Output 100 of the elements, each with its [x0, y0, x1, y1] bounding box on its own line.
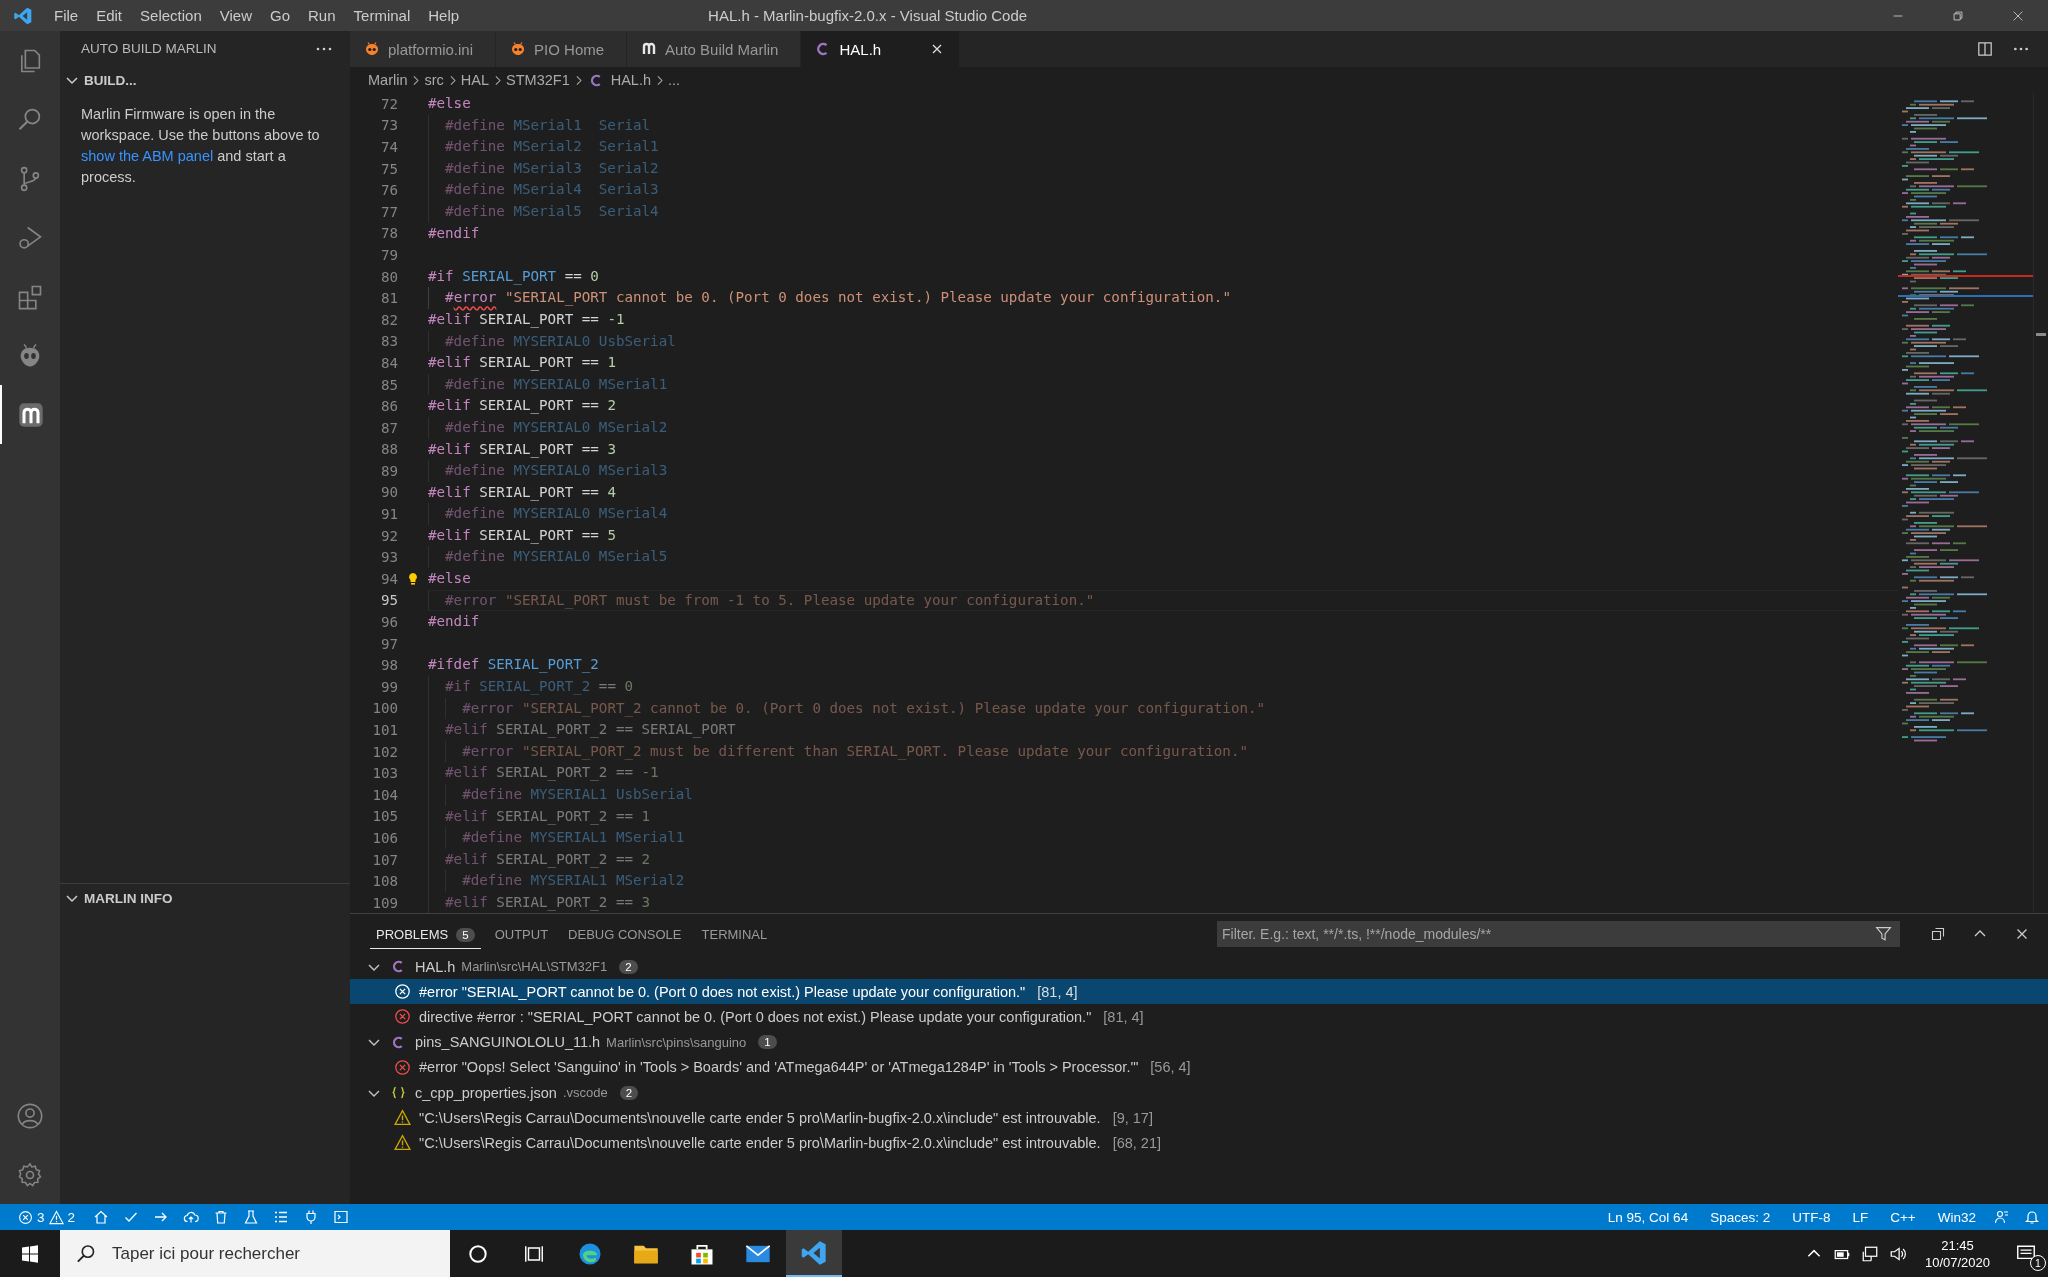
- file-path: .vscode: [562, 1085, 608, 1101]
- home-icon[interactable]: [93, 1209, 110, 1225]
- breadcrumb-item[interactable]: HAL: [460, 72, 490, 88]
- breadcrumb-item[interactable]: src: [424, 72, 444, 88]
- line-number: 109: [371, 894, 398, 911]
- code-editor-icon[interactable]: [786, 1230, 842, 1277]
- filter-icon[interactable]: [1871, 921, 1900, 947]
- section-header[interactable]: MARLIN INFO: [60, 884, 350, 912]
- code-line: #elif SERIAL_PORT == 1: [428, 353, 617, 373]
- problem-item[interactable]: "C:\Users\Regis Carrau\Documents\nouvelle carte ender 5 pro\Marlin-bugfix-2.0.x\include" est introuvable. [68, 21]: [350, 1130, 2048, 1156]
- line-number: 91: [379, 506, 398, 523]
- error-count[interactable]: 3: [37, 1209, 45, 1225]
- line-number: 93: [379, 549, 398, 566]
- code-line: #define MYSERIAL1 MSerial1: [428, 827, 1898, 849]
- problem-item[interactable]: #error "SERIAL_PORT cannot be 0. (Port 0 does not exist.) Please update your configuration." [81, 4]: [350, 979, 2048, 1005]
- line-number: 87: [379, 419, 398, 436]
- warning-icon[interactable]: [48, 1209, 64, 1225]
- flask-icon[interactable]: [243, 1209, 260, 1225]
- status-item[interactable]: Spaces: 2: [1706, 1209, 1775, 1225]
- panel-tab[interactable]: TERMINAL: [695, 919, 774, 949]
- m-logo-icon: [641, 41, 658, 57]
- code-line: #else: [428, 569, 472, 589]
- breadcrumb-item[interactable]: STM32F1: [506, 72, 570, 88]
- count-badge: 2: [619, 1085, 639, 1100]
- code-line: #elif SERIAL_PORT_2 == -1: [428, 762, 1898, 784]
- code-line: #define MYSERIAL0 MSerial4: [428, 503, 1898, 525]
- network-icon[interactable]: [1860, 1244, 1879, 1263]
- terminal-icon[interactable]: [333, 1209, 350, 1225]
- line-number: 106: [371, 830, 398, 846]
- code-line: #error "SERIAL_PORT cannot be 0. (Port 0 does not exist.) Please update your configuration.": [428, 287, 1898, 309]
- code-line: #define MYSERIAL1 UsbSerial: [428, 784, 1898, 806]
- feedback-icon[interactable]: [1994, 1209, 2010, 1225]
- trash-icon[interactable]: [213, 1209, 230, 1225]
- menu-item[interactable]: Terminal: [344, 7, 420, 24]
- list-icon[interactable]: [273, 1209, 290, 1225]
- window-title: HAL.h - Marlin-bugfix-2.0.x - Visual Studio Code: [708, 7, 1028, 24]
- lightbulb-icon[interactable]: [407, 571, 419, 586]
- bell-icon[interactable]: [2024, 1209, 2040, 1225]
- menu-item[interactable]: Edit: [87, 7, 132, 24]
- file-path: Marlin\src\HAL\STM32F1: [461, 959, 608, 975]
- panel-tab[interactable]: PROBLEMS 5: [370, 919, 481, 949]
- panel-link[interactable]: show the ABM panel: [81, 148, 214, 164]
- editor-tab[interactable]: platformio.ini: [350, 31, 497, 67]
- line-number: 84: [379, 354, 398, 371]
- line-number: 107: [371, 851, 398, 868]
- code-line: #define MYSERIAL0 MSerial1: [428, 373, 1898, 396]
- line-number: 95: [379, 592, 398, 609]
- code-line: #elif SERIAL_PORT == 3: [428, 439, 617, 460]
- more-icon[interactable]: [316, 46, 332, 51]
- code-line: #error "SERIAL_PORT_2 must be different than SERIAL_PORT. Please update your configuration.": [428, 740, 1898, 763]
- menu-item[interactable]: Go: [261, 7, 299, 24]
- menu-item[interactable]: Run: [299, 7, 345, 24]
- code-line: #elif SERIAL_PORT == -1: [428, 309, 626, 330]
- status-item[interactable]: C++: [1886, 1209, 1920, 1225]
- editor-tab[interactable]: Auto Build Marlin: [627, 31, 802, 67]
- problem-item[interactable]: directive #error : "SERIAL_PORT cannot be 0. (Port 0 does not exist.) Please update your configuration." [81, 4]: [350, 1004, 2048, 1030]
- menu-item[interactable]: File: [45, 7, 88, 24]
- editor-tab[interactable]: HAL.h: [801, 31, 961, 67]
- cloud-upload-icon[interactable]: [183, 1209, 200, 1225]
- status-item[interactable]: UTF-8: [1788, 1209, 1835, 1225]
- line-number: 74: [379, 139, 398, 155]
- split-editor-icon[interactable]: [1976, 40, 1994, 58]
- count-badge: 1: [758, 1035, 777, 1050]
- section-header[interactable]: BUILD...: [60, 66, 350, 94]
- status-item[interactable]: Win32: [1933, 1209, 1980, 1225]
- file-name: c_cpp_properties.json: [415, 1084, 557, 1101]
- code-line: #define MSerial2 Serial1: [428, 136, 1898, 158]
- search-field[interactable]: Taper ici pour rechercher: [110, 1230, 450, 1277]
- problem-item[interactable]: "C:\Users\Regis Carrau\Documents\nouvelle carte ender 5 pro\Marlin-bugfix-2.0.x\include" est introuvable. [9, 17]: [350, 1105, 2048, 1131]
- menu-item[interactable]: Selection: [131, 7, 211, 24]
- panel-tab[interactable]: DEBUG CONSOLE: [562, 919, 688, 949]
- line-number: 75: [379, 160, 398, 177]
- status-item[interactable]: Ln 95, Col 64: [1603, 1209, 1693, 1225]
- breadcrumb-item[interactable]: ...: [668, 72, 681, 88]
- line-number: 86: [379, 398, 398, 415]
- code-line: #if SERIAL_PORT == 0: [428, 266, 600, 287]
- file-name: pins_SANGUINOLOLU_11.h: [415, 1034, 601, 1051]
- warning-count[interactable]: 2: [67, 1209, 76, 1225]
- scrollbar[interactable]: [2033, 93, 2048, 913]
- circle-icon[interactable]: [467, 1242, 489, 1265]
- line-number: 82: [379, 311, 398, 328]
- breadcrumb-item[interactable]: HAL.h: [610, 72, 652, 88]
- line-number: 90: [379, 484, 398, 501]
- line-number: 92: [379, 527, 398, 544]
- editor-tab[interactable]: PIO Home: [496, 31, 628, 67]
- menu-item[interactable]: Help: [419, 7, 469, 24]
- menu-item[interactable]: View: [210, 7, 261, 24]
- error-icon[interactable]: [18, 1209, 33, 1225]
- line-number: 77: [379, 203, 398, 220]
- breadcrumb-item[interactable]: Marlin: [368, 72, 408, 88]
- problem-item[interactable]: #error "Oops! Select 'Sanguino' in 'Tools > Boards' and 'ATmega644P' or 'ATmega1284P' in 'Tools > Processor.'" [56, 4]: [350, 1054, 2048, 1080]
- warning-icon: [394, 1109, 411, 1127]
- filter-field[interactable]: Filter. E.g.: text, **/*.ts, !**/node_modules/**: [1217, 921, 1871, 947]
- collapse-all-icon[interactable]: [1930, 926, 1946, 942]
- status-item[interactable]: LF: [1848, 1209, 1873, 1225]
- volume-icon[interactable]: [1888, 1244, 1907, 1263]
- clock[interactable]: 21:45 10/07/2020: [1924, 1236, 1990, 1271]
- windows-logo-icon[interactable]: [20, 1243, 40, 1264]
- sidebar-title: AUTO BUILD MARLIN: [81, 41, 217, 56]
- panel-tab[interactable]: OUTPUT: [488, 919, 555, 949]
